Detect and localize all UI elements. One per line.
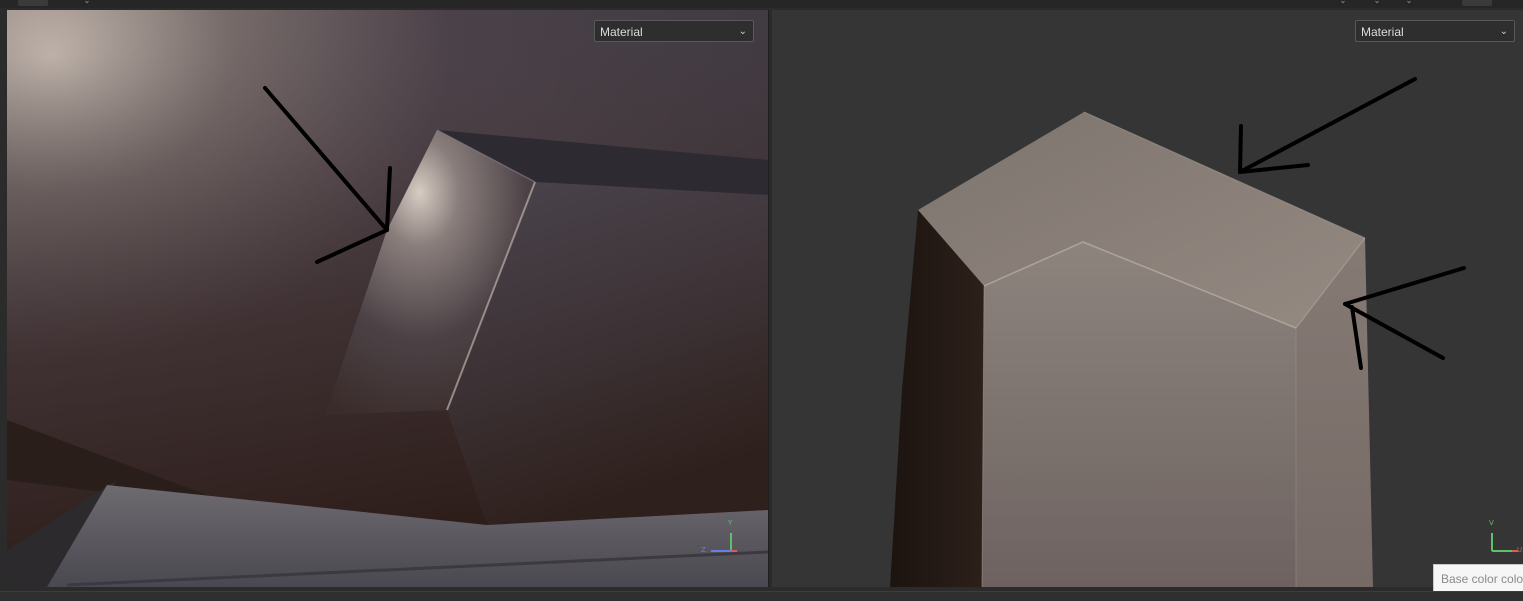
axis-u-label: U xyxy=(1517,546,1523,554)
axis-z-label: Z xyxy=(701,546,706,554)
axis-gizmo: Y Z xyxy=(701,519,741,559)
chevron-down-icon[interactable]: ⌄ xyxy=(1372,0,1382,5)
viewport-3d-render xyxy=(7,10,768,587)
chevron-down-icon[interactable]: ⌄ xyxy=(1338,0,1348,5)
axis-gizmo-icon xyxy=(711,533,737,552)
axis-v-label: V xyxy=(1489,519,1494,527)
axis-y-label: Y xyxy=(728,519,733,527)
toolbar-button[interactable] xyxy=(18,0,48,6)
bottom-status-bar xyxy=(0,591,1523,601)
shading-mode-dropdown[interactable]: Material ⌄ xyxy=(594,20,754,42)
tooltip: Base color color xyxy=(1433,564,1523,594)
shading-mode-value: Material xyxy=(600,25,643,39)
shading-mode-value: Material xyxy=(1361,25,1404,39)
top-toolbar: ⌄ ⌄ ⌄ ⌄ xyxy=(0,0,1523,8)
shading-mode-dropdown[interactable]: Material ⌄ xyxy=(1355,20,1515,42)
toolbar-button[interactable] xyxy=(1462,0,1492,6)
chevron-down-icon: ⌄ xyxy=(1499,26,1508,37)
chevron-down-icon: ⌄ xyxy=(738,26,747,37)
viewport-2d[interactable]: Material ⌄ V U xyxy=(772,10,1523,587)
chevron-down-icon[interactable]: ⌄ xyxy=(1404,0,1414,5)
painter-window: ⌄ ⌄ ⌄ ⌄ Material ⌄ Y Z Material ⌄ V U Ba… xyxy=(0,0,1523,601)
chevron-down-icon[interactable]: ⌄ xyxy=(82,0,92,5)
viewport-3d[interactable]: Material ⌄ Y Z xyxy=(7,10,769,587)
uv-axis-gizmo: V U xyxy=(1484,519,1523,559)
viewport-2d-render xyxy=(772,10,1523,587)
